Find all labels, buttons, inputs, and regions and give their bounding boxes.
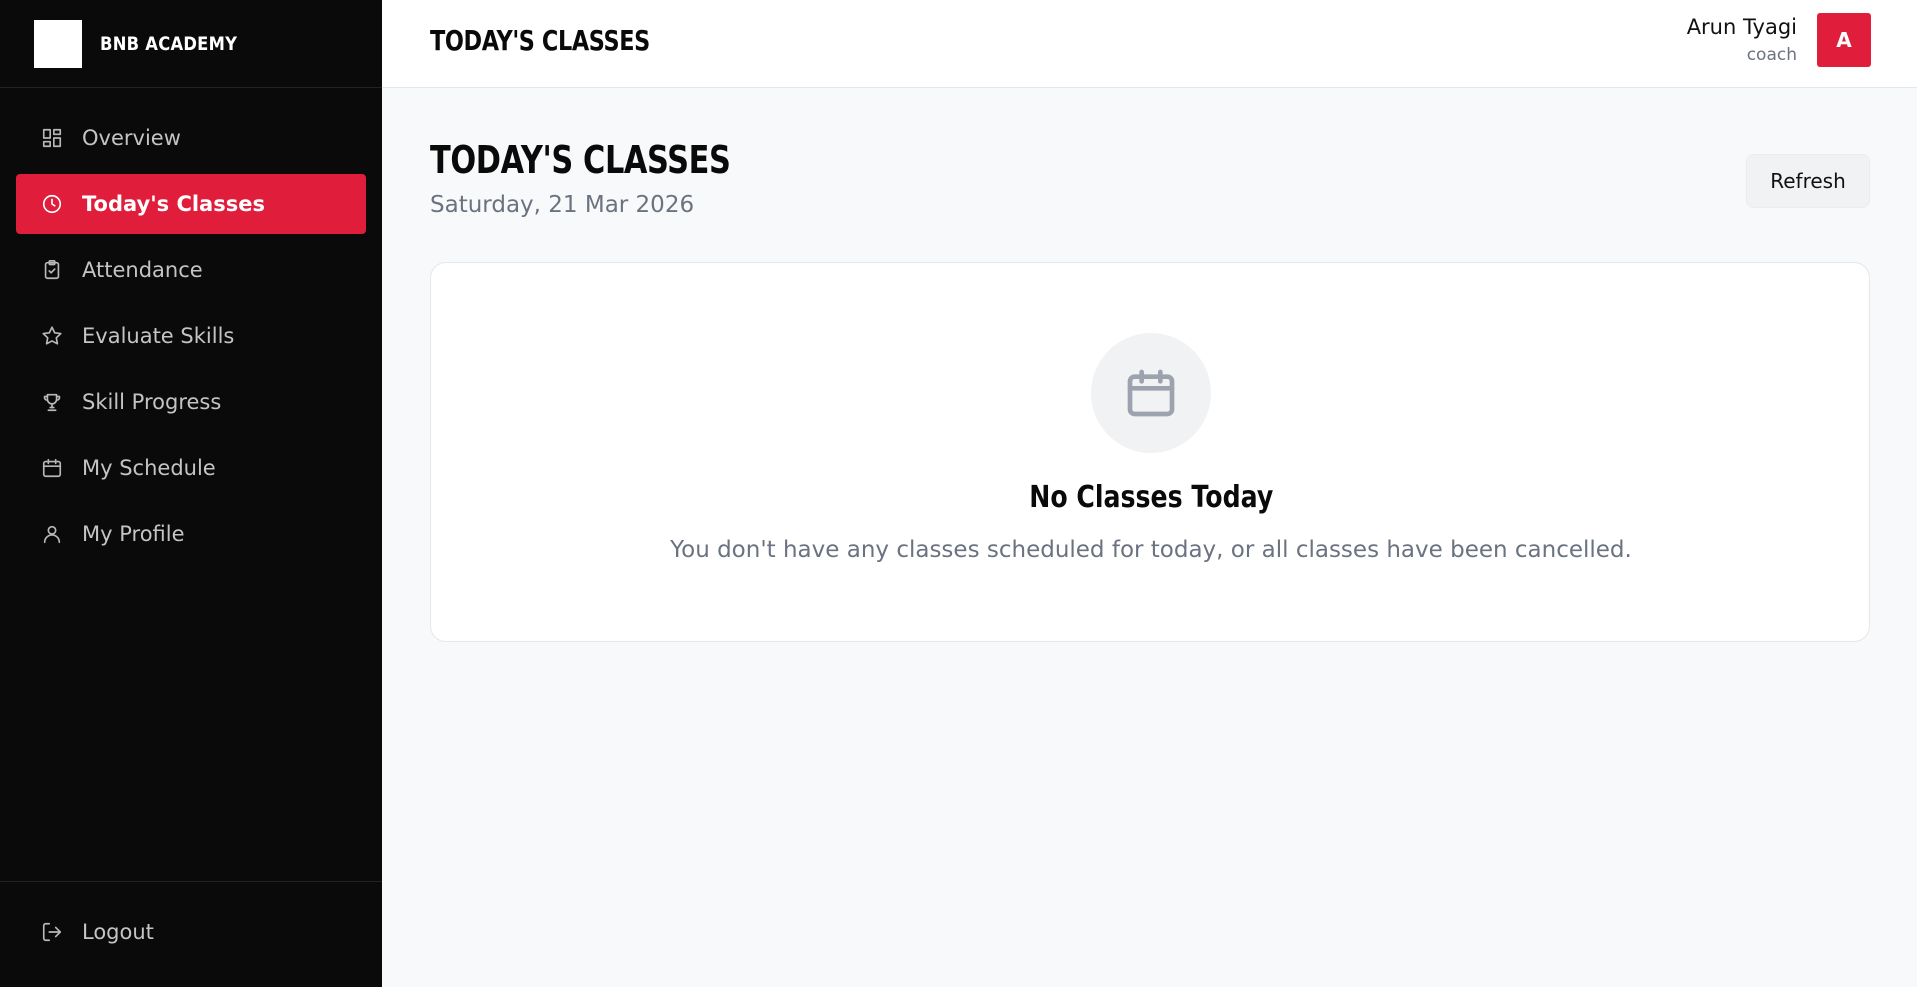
- logout-icon: [40, 920, 64, 944]
- page-date: Saturday, 21 Mar 2026: [430, 192, 695, 218]
- sidebar-item-my-profile[interactable]: My Profile: [16, 504, 366, 564]
- sidebar-item-label: Evaluate Skills: [82, 324, 235, 348]
- sidebar-item-overview[interactable]: Overview: [16, 108, 366, 168]
- sidebar-item-label: My Schedule: [82, 456, 216, 480]
- empty-state-title-text: No Classes Today: [1028, 480, 1274, 515]
- star-icon: [40, 324, 64, 348]
- brand-logo: [34, 19, 82, 68]
- clock-icon: [40, 192, 64, 216]
- page-title: TODAY'S CLASSES: [430, 138, 731, 182]
- trophy-icon: [40, 390, 64, 414]
- header-title: TODAY'S CLASSES: [430, 24, 650, 57]
- clipboard-check-icon: [40, 258, 64, 282]
- sidebar-item-label: Overview: [82, 126, 181, 150]
- empty-state-title: No Classes Today: [431, 480, 1871, 515]
- main-content: TODAY'S CLASSES Saturday, 21 Mar 2026 Re…: [382, 88, 1917, 987]
- brand[interactable]: BNB ACADEMY: [0, 0, 382, 88]
- calendar-icon: [1091, 333, 1211, 453]
- user-name: Arun Tyagi: [1686, 15, 1797, 39]
- calendar-icon: [40, 456, 64, 480]
- sidebar-item-label: Attendance: [82, 258, 203, 282]
- sidebar-item-label: Skill Progress: [82, 390, 222, 414]
- logout-button[interactable]: Logout: [16, 902, 366, 962]
- sidebar-item-my-schedule[interactable]: My Schedule: [16, 438, 366, 498]
- user-role: coach: [1746, 45, 1797, 65]
- top-header: TODAY'S CLASSES Arun Tyagi coach A: [382, 0, 1917, 88]
- empty-state-card: No Classes Today You don't have any clas…: [430, 262, 1870, 642]
- empty-state-text: You don't have any classes scheduled for…: [670, 537, 1632, 563]
- sidebar-footer: Logout: [0, 881, 382, 987]
- sidebar-nav: Overview Today's Classes Attendance Eval…: [0, 88, 382, 564]
- sidebar: BNB ACADEMY Overview Today's Classes Att…: [0, 0, 382, 987]
- sidebar-item-label: Today's Classes: [82, 192, 265, 216]
- sidebar-item-todays-classes[interactable]: Today's Classes: [16, 174, 366, 234]
- avatar[interactable]: A: [1817, 13, 1871, 67]
- user-icon: [40, 522, 64, 546]
- grid-icon: [40, 126, 64, 150]
- logout-label: Logout: [82, 920, 154, 944]
- sidebar-item-evaluate-skills[interactable]: Evaluate Skills: [16, 306, 366, 366]
- sidebar-item-attendance[interactable]: Attendance: [16, 240, 366, 300]
- sidebar-item-label: My Profile: [82, 522, 185, 546]
- brand-name: BNB ACADEMY: [100, 32, 238, 55]
- refresh-button[interactable]: Refresh: [1746, 154, 1870, 208]
- sidebar-item-skill-progress[interactable]: Skill Progress: [16, 372, 366, 432]
